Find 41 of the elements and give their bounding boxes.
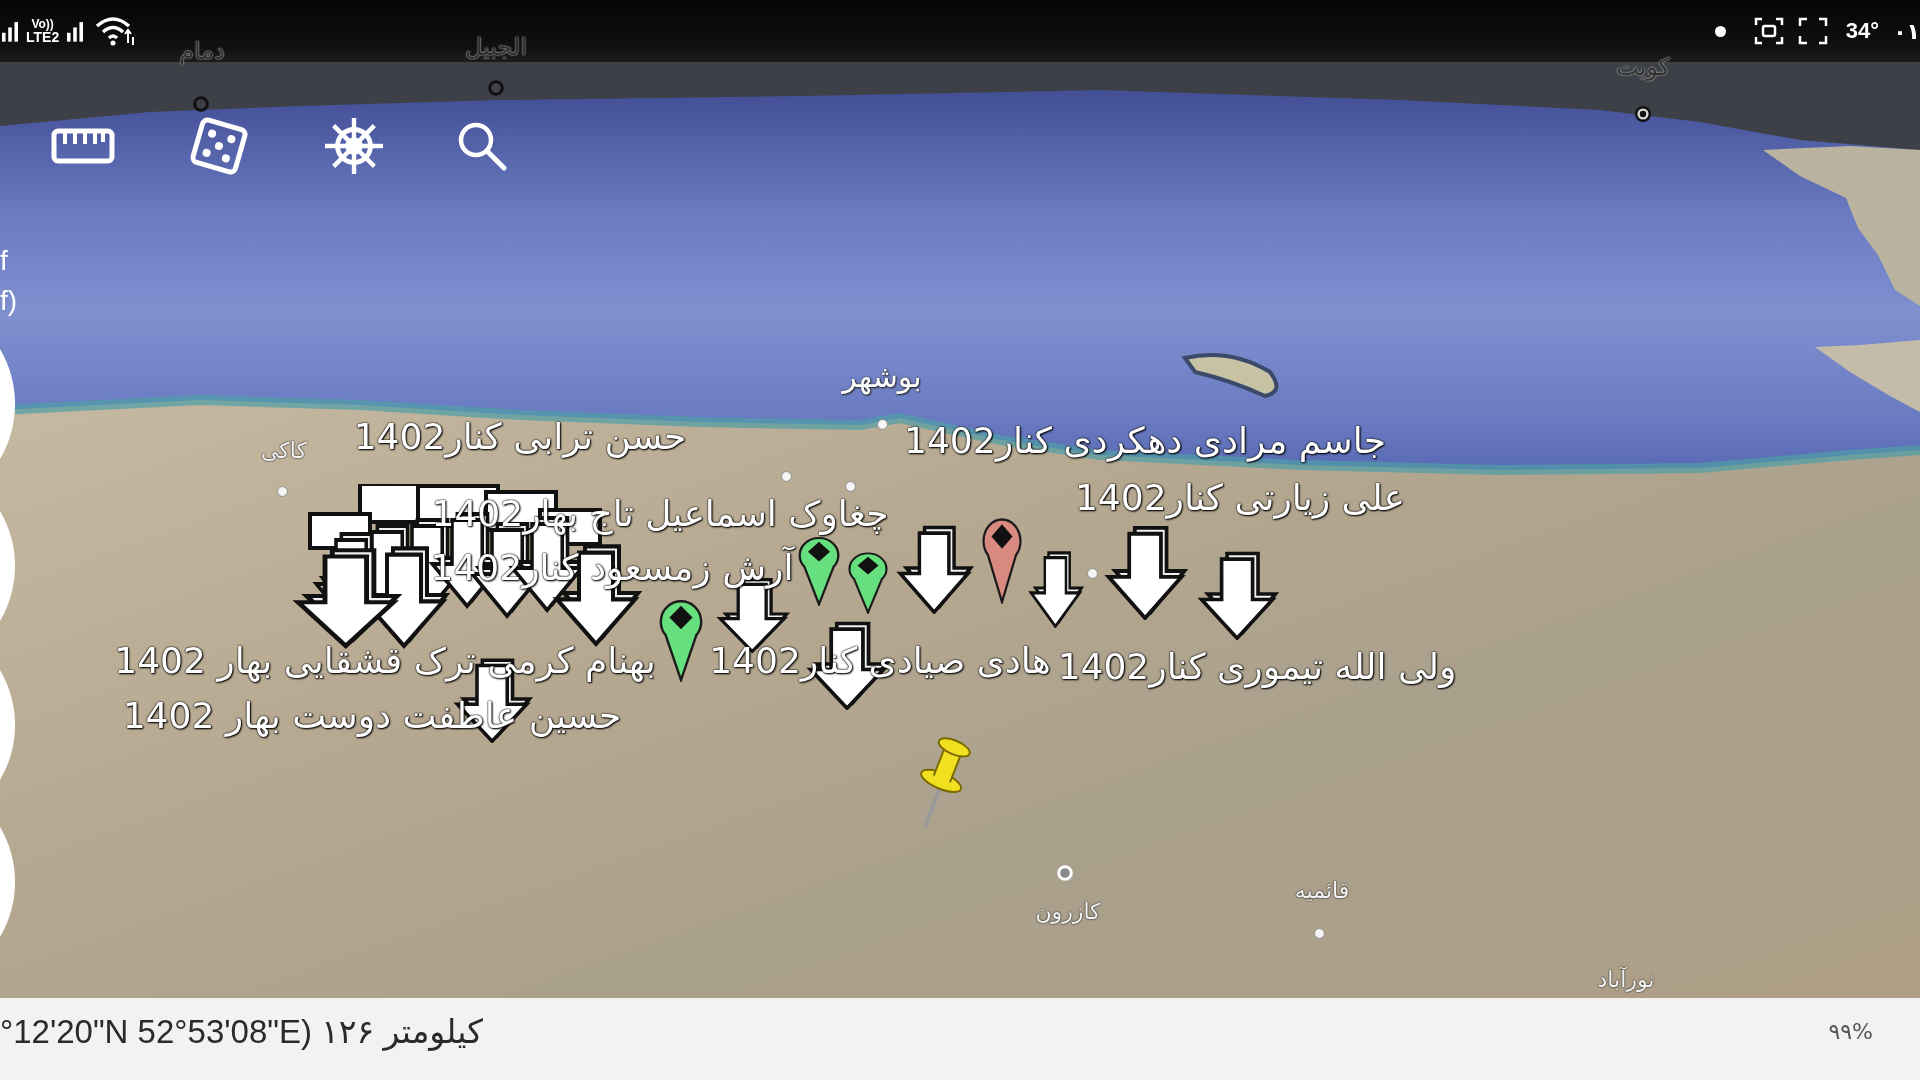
signal-icon (67, 20, 84, 42)
placemark-label: حسن ترابی کنار1402 (353, 415, 687, 459)
place-marker-icon (1057, 865, 1073, 881)
place-marker-icon (780, 470, 792, 482)
temperature-label: 34° (1845, 18, 1880, 44)
placemark-label: علی زیارتی کنار1402 (1074, 476, 1406, 520)
place-marker-icon (488, 80, 504, 96)
place-name: نورآباد (1597, 966, 1655, 994)
place-name: کویت (1615, 52, 1671, 82)
coordinates-label: °12'20"N 52°53'08"E) کیلومتر ۱۲۶ (0, 1012, 483, 1052)
place-marker-icon (876, 418, 888, 430)
progress-label: ۹۹% (1828, 1018, 1873, 1046)
place-name: قائمیه (1294, 877, 1350, 905)
place-marker-icon (1086, 567, 1098, 579)
place-marker-icon (1635, 106, 1651, 122)
network-type-label: LTE2 (26, 30, 60, 44)
place-marker-icon (276, 485, 288, 497)
placemark-label: بهنام کرمی ترک قشقایی بهار 1402 (114, 639, 656, 683)
down-arrow-marker-icon[interactable] (1028, 548, 1084, 628)
notification-dot-icon (1714, 25, 1726, 37)
place-name: کاکی (261, 437, 307, 465)
framed-rectangle-icon (1753, 17, 1784, 45)
ship-wheel-icon[interactable] (323, 115, 385, 177)
place-name: الجبیل (464, 32, 528, 62)
edge-text: f (0, 244, 8, 278)
edge-text: f) (0, 284, 18, 318)
place-marker-icon (193, 96, 209, 112)
volte-label: Vo)) (31, 18, 54, 30)
corner-brackets-icon (1797, 17, 1828, 45)
wifi-icon (95, 15, 136, 47)
place-name: دمام (179, 36, 225, 66)
signal-icon (2, 20, 18, 42)
place-name: بوشهر (842, 359, 922, 395)
ruler-icon[interactable] (51, 128, 115, 164)
search-icon[interactable] (457, 121, 507, 171)
place-marker-icon (1313, 927, 1325, 939)
clock-label: ۰۱ (1893, 18, 1920, 44)
place-name: کازرون (1035, 898, 1101, 926)
place-marker-icon (844, 480, 856, 492)
side-button[interactable] (0, 349, 16, 459)
placemark-label: ولی الله تیموری کنار1402 (1057, 645, 1457, 689)
